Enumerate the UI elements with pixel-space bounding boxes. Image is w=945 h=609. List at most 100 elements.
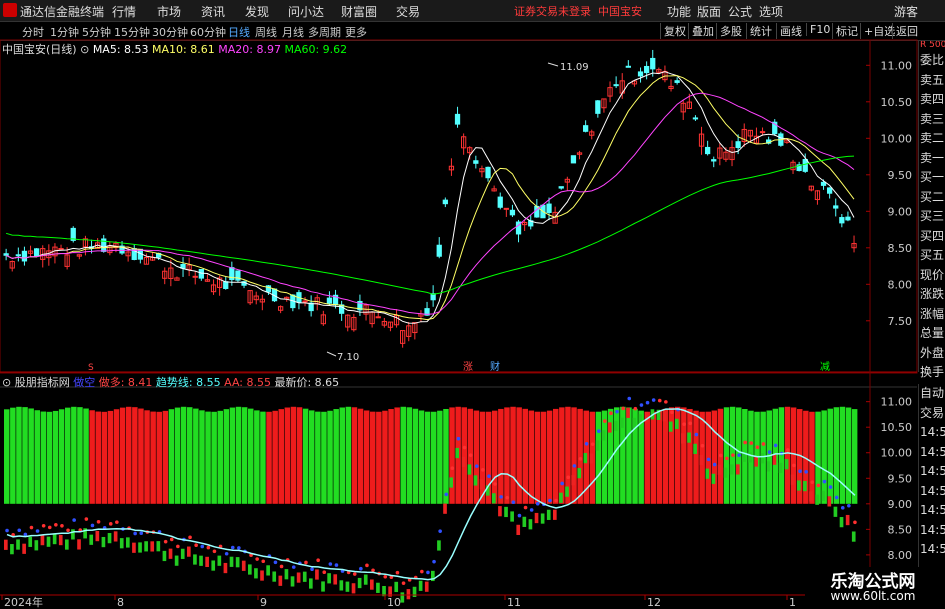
sidebar-time: 14:56 bbox=[920, 425, 945, 439]
indicator-bar bbox=[40, 535, 45, 546]
indicator-dot bbox=[718, 453, 723, 458]
indicator-bar bbox=[138, 542, 142, 553]
sidebar-label[interactable]: 委比 bbox=[919, 51, 945, 71]
indicator-bar bbox=[77, 539, 81, 550]
indicator-bar bbox=[565, 486, 569, 497]
indicator-dot bbox=[749, 441, 754, 445]
sidebar-label[interactable]: 卖一 bbox=[919, 149, 945, 169]
indicator-column bbox=[77, 407, 83, 504]
indicator-dot bbox=[365, 563, 369, 568]
indicator-bar bbox=[266, 565, 270, 576]
indicator-bar bbox=[668, 421, 673, 432]
indicator-bar bbox=[187, 546, 191, 557]
indicator-dot bbox=[755, 445, 760, 450]
indicator-dot bbox=[529, 508, 534, 512]
sidebar-label[interactable]: 交易 bbox=[919, 404, 945, 424]
indicator-column bbox=[437, 410, 443, 504]
sidebar-label[interactable]: 买五 bbox=[919, 246, 945, 266]
ma10-value: MA10: 8.61 bbox=[152, 43, 215, 56]
candle-body bbox=[820, 181, 827, 186]
indicator-dot bbox=[17, 528, 22, 533]
indicator-axis-label: 8.00 bbox=[888, 549, 913, 562]
sidebar-label[interactable]: 卖四 bbox=[919, 90, 945, 110]
indicator-bar bbox=[583, 452, 588, 464]
indicator-column bbox=[406, 407, 413, 504]
indicator-dot bbox=[212, 549, 217, 554]
ma5-value: MA5: 8.53 bbox=[92, 43, 149, 56]
indicator-bar bbox=[845, 514, 850, 526]
indicator-bar bbox=[150, 541, 155, 552]
indicator-column bbox=[28, 408, 34, 504]
sidebar-label[interactable]: 自动 bbox=[919, 384, 945, 404]
indicator-dot bbox=[505, 495, 510, 500]
indicator-column bbox=[388, 409, 394, 504]
indicator-bar bbox=[589, 453, 594, 464]
indicator-bar bbox=[119, 538, 124, 549]
indicator-dot bbox=[694, 432, 699, 437]
ma-toggle-icon[interactable]: ⊙ bbox=[80, 43, 89, 56]
ma60-line bbox=[5, 155, 855, 295]
indicator-column bbox=[400, 406, 406, 504]
sidebar-label[interactable]: 外盘 bbox=[919, 344, 945, 364]
sidebar-label[interactable]: 现价 bbox=[919, 266, 945, 286]
indicator-bar bbox=[473, 475, 478, 486]
sidebar-label[interactable]: 卖三 bbox=[919, 110, 945, 130]
sidebar-label[interactable]: 涨幅 bbox=[919, 305, 945, 325]
price-axis-label: 10.00 bbox=[881, 132, 913, 145]
indicator-bar bbox=[504, 506, 508, 518]
sidebar-label[interactable]: 换手 bbox=[919, 363, 945, 383]
indicator-column bbox=[187, 407, 193, 504]
indicator-column bbox=[168, 409, 175, 504]
indicator-bar bbox=[278, 575, 283, 586]
signal-s-label: S bbox=[88, 363, 94, 373]
indicator-toggle-icon[interactable]: ⊙ bbox=[2, 376, 11, 389]
indicator-dot bbox=[139, 531, 144, 536]
sidebar-label[interactable]: 卖五 bbox=[919, 71, 945, 91]
date-label: 9 bbox=[260, 596, 267, 609]
indicator-dot bbox=[291, 565, 296, 569]
indicator-dot bbox=[5, 528, 9, 533]
indicator-bar bbox=[345, 581, 350, 592]
indicator-last: 最新价: 8.65 bbox=[274, 376, 340, 389]
indicator-dot bbox=[194, 543, 198, 548]
indicator-column bbox=[22, 407, 28, 504]
indicator-dot bbox=[456, 436, 461, 441]
candle-body bbox=[759, 131, 766, 134]
indicator-column bbox=[217, 410, 223, 504]
indicator-dot bbox=[682, 422, 686, 426]
indicator-column bbox=[144, 410, 150, 504]
candle-body bbox=[845, 216, 851, 221]
candle-body bbox=[485, 166, 491, 179]
indicator-bar bbox=[424, 581, 429, 592]
indicator-bar bbox=[107, 533, 112, 544]
indicator-dot bbox=[834, 495, 839, 500]
sidebar-label[interactable]: 买三 bbox=[919, 207, 945, 227]
indicator-column bbox=[138, 408, 144, 504]
indicator-dot bbox=[816, 483, 821, 488]
candle-body bbox=[436, 244, 442, 257]
indicator-bar bbox=[71, 529, 75, 540]
indicator-dot bbox=[426, 570, 430, 575]
sidebar-label[interactable]: 买四 bbox=[919, 227, 945, 247]
candle-body bbox=[302, 300, 308, 303]
indicator-column bbox=[376, 411, 382, 504]
indicator-column bbox=[4, 409, 10, 504]
indicator-column bbox=[272, 410, 278, 504]
sidebar-label[interactable]: 卖二 bbox=[919, 129, 945, 149]
indicator-axis-label: 8.50 bbox=[888, 523, 913, 536]
indicator-column bbox=[229, 407, 236, 504]
sidebar-label[interactable]: 涨跌 bbox=[919, 285, 945, 305]
candle-body bbox=[15, 254, 21, 257]
indicator-bar bbox=[443, 503, 447, 514]
sidebar-label[interactable]: 买二 bbox=[919, 188, 945, 208]
indicator-column bbox=[107, 410, 114, 504]
sidebar-label[interactable]: 买一 bbox=[919, 168, 945, 188]
indicator-bar bbox=[455, 447, 460, 459]
indicator-bar bbox=[449, 477, 453, 488]
sidebar-label[interactable]: 总量 bbox=[919, 324, 945, 344]
indicator-dot bbox=[352, 572, 357, 576]
indicator-bar bbox=[418, 580, 423, 591]
high-price-label: 11.09 bbox=[560, 62, 589, 73]
indicator-dot bbox=[645, 400, 650, 405]
indicator-dot bbox=[651, 398, 656, 402]
